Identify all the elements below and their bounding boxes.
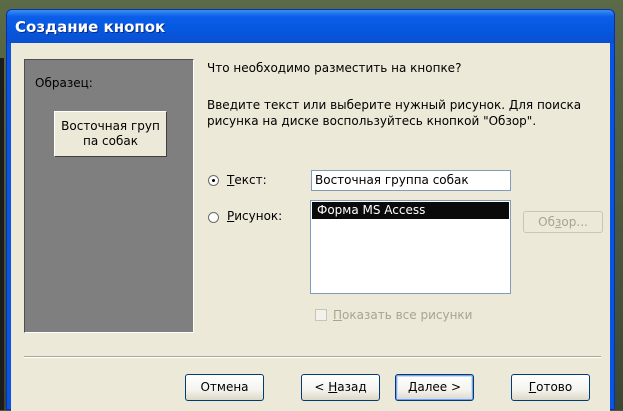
instructions-text: Введите текст или выберите нужный рисуно… xyxy=(207,98,582,128)
browse-label-part: Об xyxy=(538,215,556,229)
back-button[interactable]: < Назад xyxy=(301,374,380,401)
show-all-pictures-checkbox[interactable] xyxy=(315,309,327,321)
dialog-client-area: Образец: Восточная груп па собак Что нео… xyxy=(11,43,610,411)
window-title: Создание кнопок xyxy=(15,18,166,36)
next-button[interactable]: Далее > xyxy=(395,374,474,401)
finish-button[interactable]: Готово xyxy=(511,374,590,401)
show-all-pictures-label[interactable]: Показать все рисунки xyxy=(333,308,472,322)
finish-mnemonic: Г xyxy=(528,380,537,394)
sample-button-line1: Восточная груп xyxy=(61,119,160,133)
picture-radio-label-rest: исунок: xyxy=(234,209,283,223)
picture-listbox[interactable]: Форма MS Access xyxy=(310,200,511,294)
browse-label-part-end: ор... xyxy=(561,215,588,229)
text-radio[interactable] xyxy=(208,175,219,186)
show-all-label-rest: оказать все рисунки xyxy=(342,308,473,322)
question-text: Что необходимо разместить на кнопке? xyxy=(207,61,462,75)
button-text-input[interactable]: Восточная группа собак xyxy=(311,170,511,191)
finish-label-rest: отово xyxy=(536,380,573,394)
text-radio-label[interactable]: Текст: xyxy=(227,173,267,187)
button-row-separator xyxy=(24,356,601,358)
back-label-rest: азад xyxy=(337,380,367,394)
desktop-edge xyxy=(0,58,4,410)
browse-button[interactable]: Обзор... xyxy=(523,211,603,233)
list-item[interactable]: Форма MS Access xyxy=(312,202,509,219)
button-wizard-dialog: Создание кнопок Образец: Восточная груп … xyxy=(6,9,615,411)
show-all-mnemonic: П xyxy=(333,308,343,322)
picture-radio-label[interactable]: Рисунок: xyxy=(227,209,282,223)
sample-button-line2: па собак xyxy=(83,134,138,148)
preview-label: Образец: xyxy=(35,76,93,90)
back-mnemonic: Н xyxy=(328,380,338,394)
title-bar[interactable]: Создание кнопок xyxy=(7,10,614,43)
picture-radio[interactable] xyxy=(208,212,219,223)
next-label-rest: алее > xyxy=(417,380,462,394)
preview-panel: Образец: Восточная груп па собак xyxy=(24,59,194,333)
cancel-button[interactable]: Отмена xyxy=(185,374,264,401)
next-mnemonic: Д xyxy=(407,380,418,394)
text-radio-label-rest: екст: xyxy=(234,173,267,187)
sample-button-preview: Восточная груп па собак xyxy=(54,111,167,157)
back-prefix: < xyxy=(314,380,329,394)
